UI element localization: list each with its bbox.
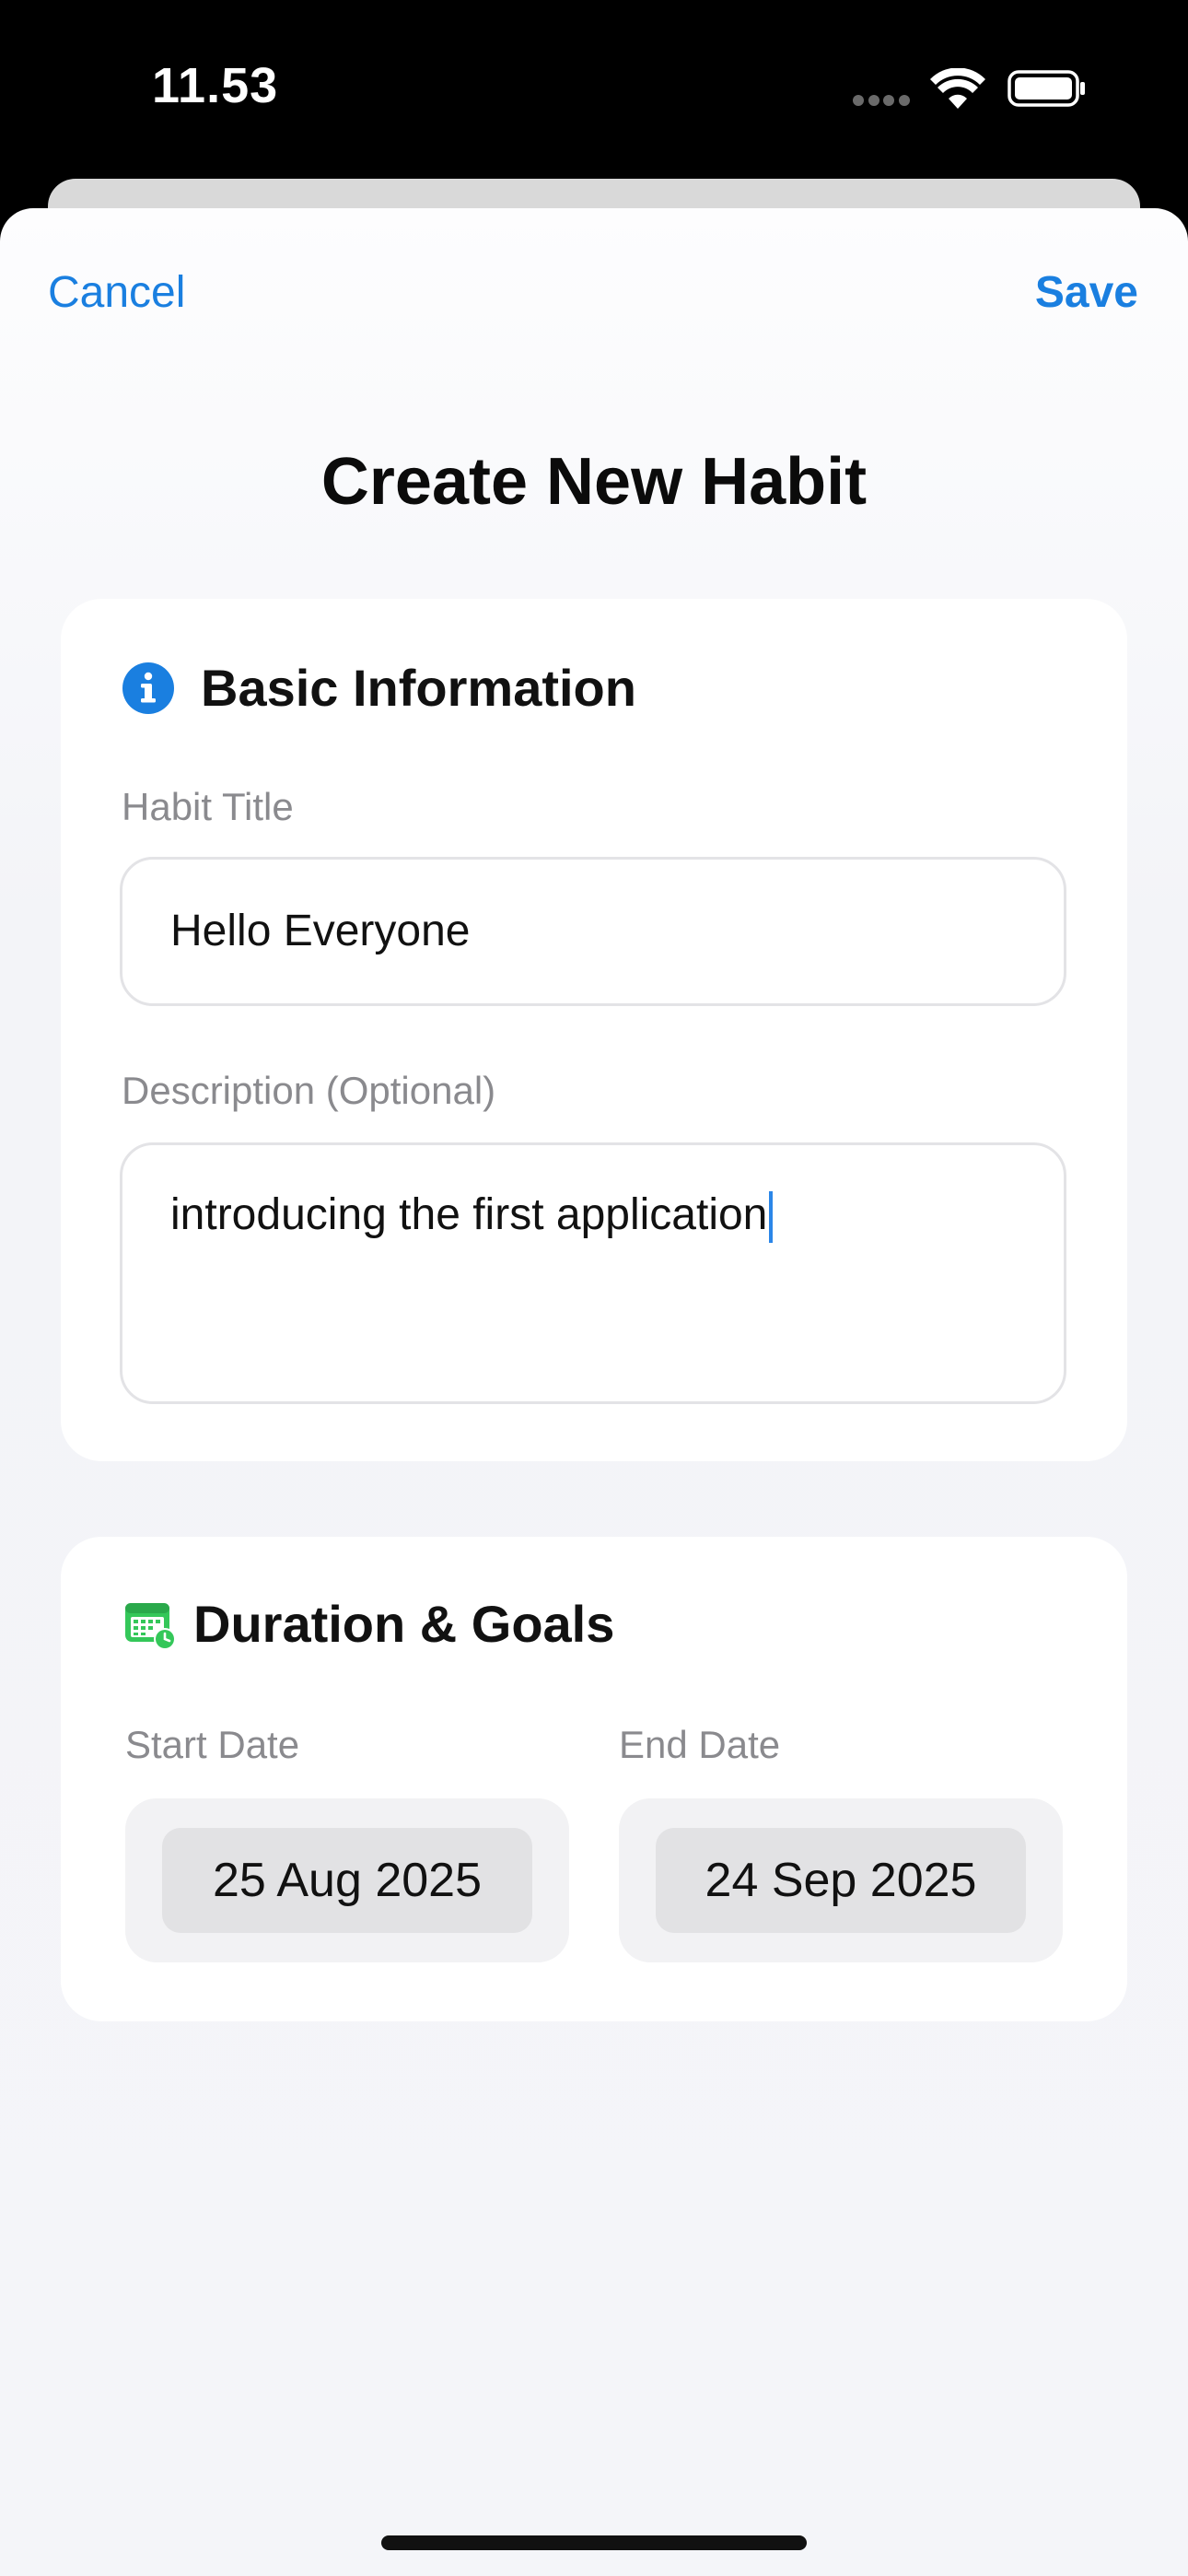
calendar-clock-icon bbox=[125, 1602, 176, 1650]
description-value: introducing the first application bbox=[170, 1190, 768, 1239]
status-time: 11.53 bbox=[152, 58, 279, 113]
save-button[interactable]: Save bbox=[1035, 267, 1138, 318]
page-title: Create New Habit bbox=[320, 445, 868, 519]
text-cursor bbox=[769, 1191, 774, 1244]
home-indicator[interactable] bbox=[381, 2535, 807, 2550]
duration-goals-header: Duration & Goals bbox=[123, 1594, 614, 1654]
end-date-picker: 24 Sep 2025 bbox=[619, 1798, 1063, 1962]
duration-goals-card: Duration & Goals Start Date End Date 25 … bbox=[61, 1537, 1127, 2021]
info-circle-icon bbox=[122, 662, 174, 714]
battery-icon bbox=[1007, 70, 1085, 107]
status-bar: 11.53 bbox=[0, 0, 1188, 184]
end-date-label: End Date bbox=[619, 1723, 781, 1766]
wifi-icon bbox=[930, 68, 985, 109]
end-date-button[interactable]: 24 Sep 2025 bbox=[656, 1828, 1026, 1933]
duration-goals-title: Duration & Goals bbox=[193, 1595, 615, 1653]
basic-information-title: Basic Information bbox=[201, 659, 636, 717]
cancel-button[interactable]: Cancel bbox=[48, 267, 185, 318]
description-input[interactable]: introducing the first application bbox=[120, 1142, 1066, 1404]
habit-title-label: Habit Title bbox=[122, 785, 294, 828]
basic-information-header: Basic Information bbox=[122, 658, 636, 718]
habit-title-value: Hello Everyone bbox=[170, 907, 471, 955]
start-date-picker: 25 Aug 2025 bbox=[125, 1798, 569, 1962]
habit-title-input[interactable]: Hello Everyone bbox=[120, 857, 1066, 1006]
basic-information-card: Basic Information Habit Title Hello Ever… bbox=[61, 599, 1127, 1461]
start-date-label: Start Date bbox=[125, 1723, 300, 1766]
description-label: Description (Optional) bbox=[122, 1069, 496, 1112]
cellular-dots-icon bbox=[853, 95, 910, 106]
start-date-button[interactable]: 25 Aug 2025 bbox=[162, 1828, 532, 1933]
